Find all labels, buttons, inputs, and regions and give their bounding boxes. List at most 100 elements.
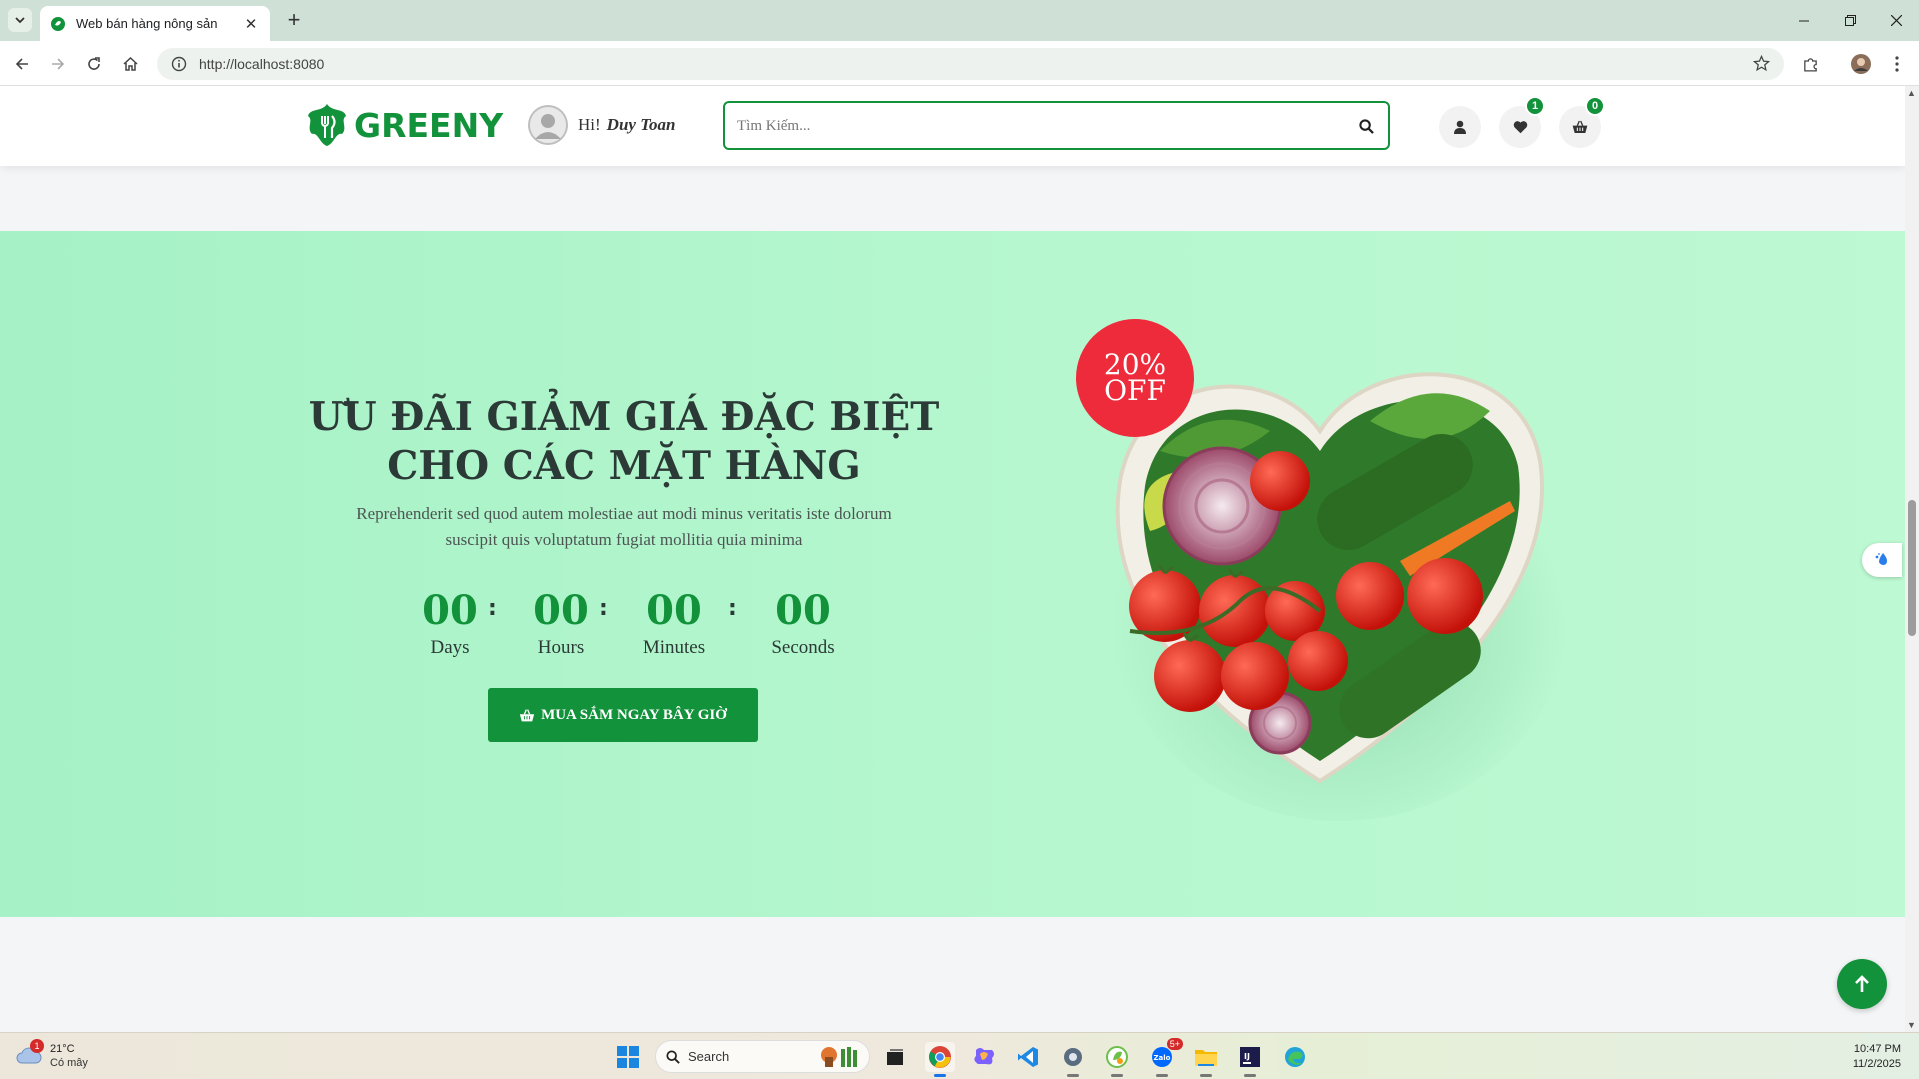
reload-button[interactable] — [81, 51, 107, 77]
leaf-fork-logo-icon — [308, 104, 346, 146]
forward-button[interactable] — [45, 51, 71, 77]
special-offer-banner: ƯU ĐÃI GIẢM GIÁ ĐẶC BIỆT CHO CÁC MẶT HÀN… — [0, 231, 1905, 917]
taskbar-file-explorer[interactable] — [1191, 1042, 1221, 1077]
countdown-minutes: 00 Minutes — [619, 586, 729, 660]
home-button[interactable] — [117, 51, 143, 77]
cart-button[interactable]: 0 — [1559, 96, 1605, 148]
tab-title: Web bán hàng nông sản — [76, 16, 218, 31]
cloud-icon: 1 — [16, 1039, 44, 1067]
active-indicator — [1200, 1074, 1212, 1077]
page-scrollbar[interactable]: ▲ ▼ — [1905, 86, 1919, 1032]
taskbar-intellij[interactable]: IJ — [1235, 1042, 1265, 1077]
active-indicator — [1244, 1074, 1256, 1077]
home-icon — [122, 57, 138, 71]
countdown-separator: : — [728, 596, 737, 621]
task-view-button[interactable] — [880, 1042, 910, 1072]
taskbar-search-box[interactable]: Search — [655, 1040, 870, 1073]
user-greeting[interactable]: Hi! Duy Toan — [528, 105, 675, 145]
countdown-label: Minutes — [642, 637, 706, 658]
countdown-label: Seconds — [771, 637, 835, 658]
basket-icon — [1572, 120, 1588, 133]
basket-icon — [519, 708, 535, 721]
windows-logo-icon — [617, 1046, 639, 1068]
scrollbar-thumb[interactable] — [1908, 500, 1916, 636]
site-logo[interactable]: GREENY — [304, 102, 503, 148]
taskbar: 1 21°C Có mây Search Zalo 5+ IJ 10:47 PM… — [0, 1032, 1919, 1079]
back-button[interactable] — [9, 51, 35, 77]
restore-button[interactable] — [1827, 0, 1873, 41]
weather-temperature: 21°C — [50, 1043, 75, 1055]
discount-off: OFF — [1104, 374, 1166, 407]
browser-menu-button[interactable] — [1884, 51, 1910, 77]
url-text: http://localhost:8080 — [199, 56, 325, 72]
back-to-top-button[interactable] — [1837, 959, 1887, 1009]
profile-button[interactable] — [1848, 51, 1874, 77]
site-info-icon[interactable] — [171, 56, 187, 72]
bookmark-star-icon[interactable] — [1753, 55, 1770, 72]
edge-icon — [1285, 1047, 1305, 1067]
floating-widget-button[interactable] — [1862, 543, 1902, 577]
search-form — [723, 101, 1390, 150]
new-tab-button[interactable]: + — [282, 9, 306, 33]
shop-now-label: MUA SẮM NGAY BÂY GIỜ — [541, 706, 727, 723]
close-window-button[interactable] — [1873, 0, 1919, 41]
search-icon — [1358, 118, 1374, 134]
taskbar-chrome[interactable] — [925, 1042, 955, 1077]
extensions-button[interactable] — [1797, 51, 1823, 77]
address-bar[interactable]: http://localhost:8080 — [157, 48, 1784, 80]
taskbar-edge[interactable] — [1280, 1042, 1310, 1072]
profile-avatar-icon — [1851, 54, 1871, 74]
promo-description-line-1: Reprehenderit sed quod autem molestiae a… — [356, 504, 892, 523]
search-input[interactable] — [737, 116, 1317, 136]
cart-count-badge: 0 — [1585, 96, 1605, 116]
clock-date: 11/2/2025 — [1852, 1058, 1901, 1070]
active-indicator — [934, 1074, 946, 1077]
user-icon — [1454, 120, 1466, 134]
search-icon — [666, 1049, 680, 1064]
leaf-app-icon — [1106, 1046, 1128, 1068]
system-clock[interactable]: 10:47 PM 11/2/2025 — [1853, 1042, 1901, 1072]
countdown-separator: : — [488, 596, 497, 621]
tab-search-button[interactable] — [8, 8, 32, 32]
kebab-menu-icon — [1895, 56, 1899, 72]
weather-alert-badge: 1 — [30, 1039, 44, 1053]
taskbar-copilot[interactable] — [969, 1042, 999, 1072]
greeting-text: Hi! — [578, 115, 601, 134]
countdown-value: 00 — [646, 587, 702, 634]
taskbar-zalo[interactable]: Zalo 5+ — [1147, 1038, 1183, 1077]
active-indicator — [1067, 1074, 1079, 1077]
account-button[interactable] — [1439, 106, 1481, 148]
taskbar-settings[interactable] — [1058, 1042, 1088, 1077]
puzzle-icon — [1803, 57, 1817, 72]
start-button[interactable] — [613, 1042, 643, 1072]
countdown-label: Hours — [537, 637, 585, 658]
countdown-timer: 00 Days : 00 Hours : 00 Minutes : 00 Sec… — [395, 586, 855, 666]
water-drop-icon — [1875, 553, 1887, 565]
restore-icon — [1844, 15, 1856, 26]
search-button[interactable] — [1356, 116, 1376, 136]
vscode-icon — [1018, 1047, 1038, 1067]
active-indicator — [1111, 1074, 1123, 1077]
browser-tab[interactable]: Web bán hàng nông sản ✕ — [40, 6, 270, 41]
search-highlight-icon — [821, 1047, 857, 1067]
arrow-left-icon — [15, 58, 28, 70]
wishlist-count-badge: 1 — [1525, 96, 1545, 116]
weather-widget[interactable]: 1 21°C Có mây — [16, 1039, 88, 1070]
shop-now-button[interactable]: MUA SẮM NGAY BÂY GIỜ — [488, 688, 758, 742]
close-tab-icon[interactable]: ✕ — [242, 15, 260, 33]
zalo-notification-badge: 5+ — [1166, 1038, 1183, 1050]
taskbar-vscode[interactable] — [1013, 1042, 1043, 1072]
scroll-up-arrow-icon[interactable]: ▲ — [1907, 88, 1916, 98]
arrow-up-icon — [1855, 975, 1869, 992]
promo-description-line-2: suscipit quis voluptatum fugiat mollitia… — [445, 530, 803, 549]
wishlist-button[interactable]: 1 — [1499, 96, 1545, 148]
taskbar-app-leaf[interactable] — [1102, 1042, 1132, 1077]
scroll-down-arrow-icon[interactable]: ▼ — [1907, 1020, 1916, 1030]
browser-tabstrip: Web bán hàng nông sản ✕ + — [0, 0, 1919, 41]
arrow-right-icon — [52, 58, 65, 70]
clock-time: 10:47 PM — [1853, 1043, 1901, 1055]
chevron-down-icon — [15, 17, 25, 24]
settings-gear-icon — [1064, 1048, 1082, 1066]
avatar — [528, 105, 568, 145]
minimize-button[interactable] — [1781, 0, 1827, 41]
